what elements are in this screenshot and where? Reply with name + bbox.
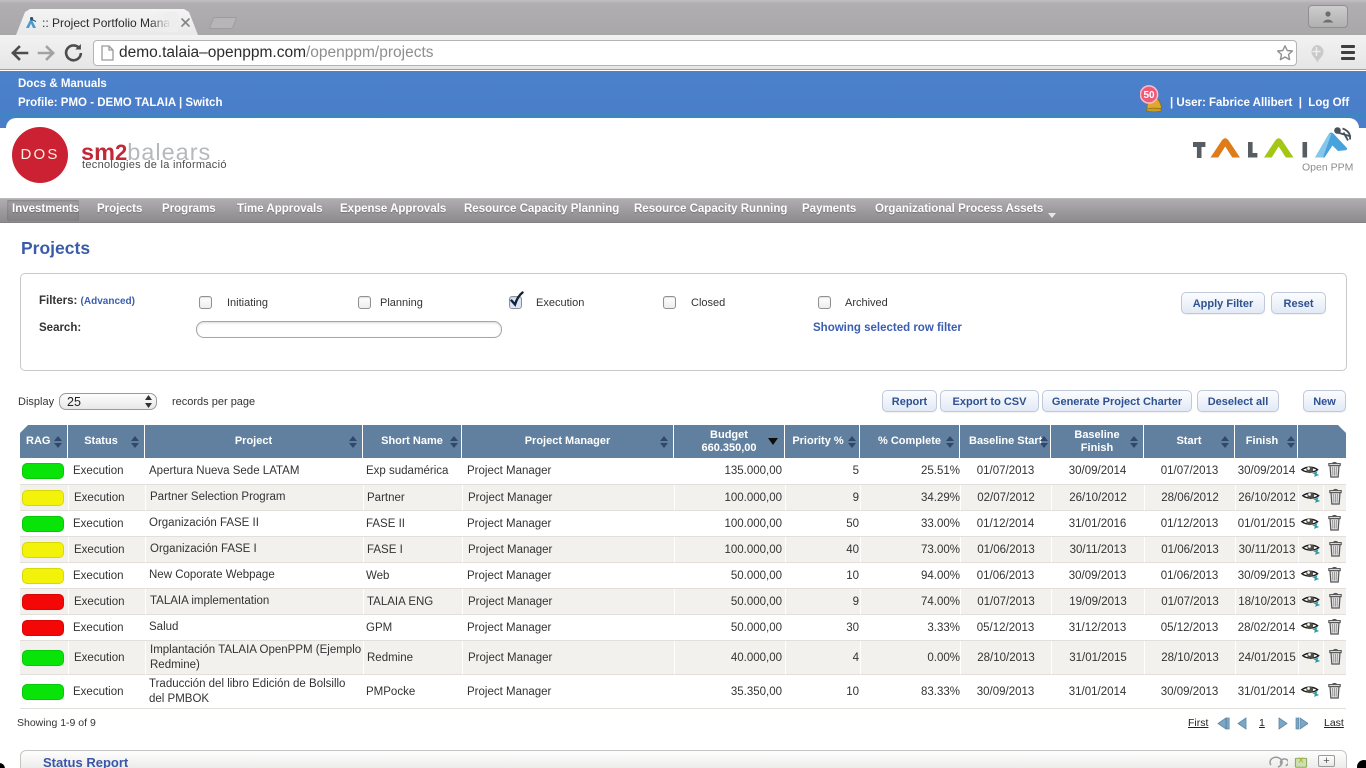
- svg-text:50: 50: [1143, 90, 1155, 101]
- svg-text:X: X: [1299, 755, 1304, 764]
- svg-text:Open PPM: Open PPM: [1302, 162, 1353, 174]
